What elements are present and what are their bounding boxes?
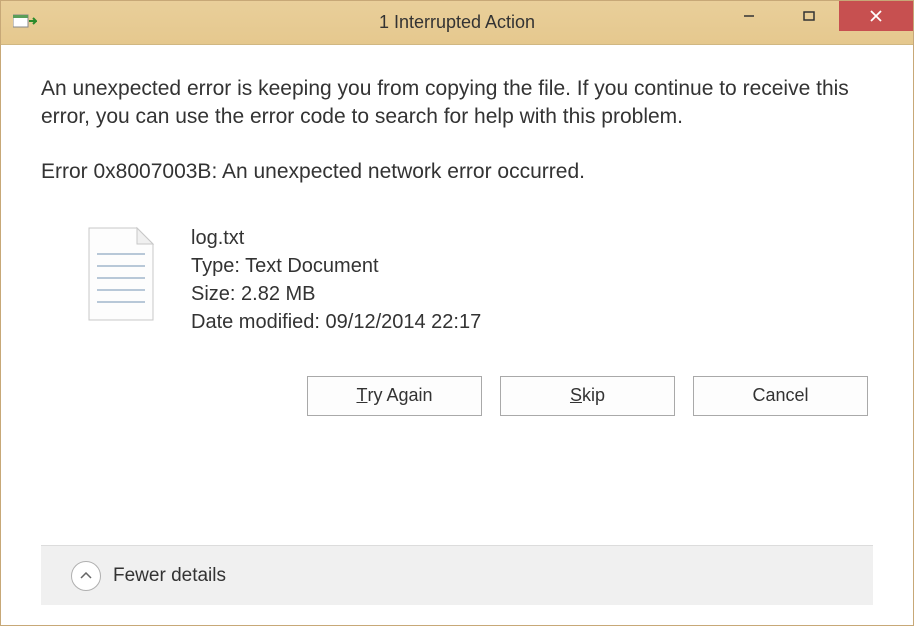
error-code: Error 0x8007003B: An unexpected network … xyxy=(41,160,873,184)
cancel-label: Cancel xyxy=(752,385,808,406)
file-size-row: Size: 2.82 MB xyxy=(191,280,481,308)
dialog-content: An unexpected error is keeping you from … xyxy=(1,45,913,625)
try-again-accelerator: T xyxy=(356,385,367,406)
error-message: An unexpected error is keeping you from … xyxy=(41,75,873,132)
file-size-value: 2.82 MB xyxy=(241,283,315,305)
maximize-button[interactable] xyxy=(779,1,839,31)
file-type-value: Text Document xyxy=(245,255,378,277)
app-icon xyxy=(11,11,39,35)
try-again-button[interactable]: Try Again xyxy=(307,376,482,416)
try-again-label: ry Again xyxy=(367,385,432,406)
file-type-row: Type: Text Document xyxy=(191,252,481,280)
maximize-icon xyxy=(803,10,815,22)
dialog-footer: Fewer details xyxy=(41,545,873,605)
details-toggle[interactable]: Fewer details xyxy=(71,561,226,591)
file-modified-label: Date modified: xyxy=(191,311,320,333)
file-details: log.txt Type: Text Document Size: 2.82 M… xyxy=(191,224,481,336)
file-modified-value: 09/12/2014 22:17 xyxy=(326,311,482,333)
chevron-up-icon xyxy=(71,561,101,591)
skip-accelerator: S xyxy=(570,385,582,406)
close-icon xyxy=(869,9,883,23)
file-modified-row: Date modified: 09/12/2014 22:17 xyxy=(191,308,481,336)
details-label: Fewer details xyxy=(113,565,226,587)
file-type-label: Type: xyxy=(191,255,240,277)
titlebar: 1 Interrupted Action xyxy=(1,1,913,45)
file-size-label: Size: xyxy=(191,283,235,305)
minimize-icon xyxy=(743,10,755,22)
text-document-icon xyxy=(81,224,161,324)
button-row: Try Again Skip Cancel xyxy=(41,376,873,416)
dialog-window: 1 Interrupted Action An unexpected erro xyxy=(0,0,914,626)
skip-button[interactable]: Skip xyxy=(500,376,675,416)
minimize-button[interactable] xyxy=(719,1,779,31)
window-controls xyxy=(719,1,913,44)
file-info: log.txt Type: Text Document Size: 2.82 M… xyxy=(81,224,873,336)
close-button[interactable] xyxy=(839,1,913,31)
cancel-button[interactable]: Cancel xyxy=(693,376,868,416)
skip-label: kip xyxy=(582,385,605,406)
file-name: log.txt xyxy=(191,224,481,252)
